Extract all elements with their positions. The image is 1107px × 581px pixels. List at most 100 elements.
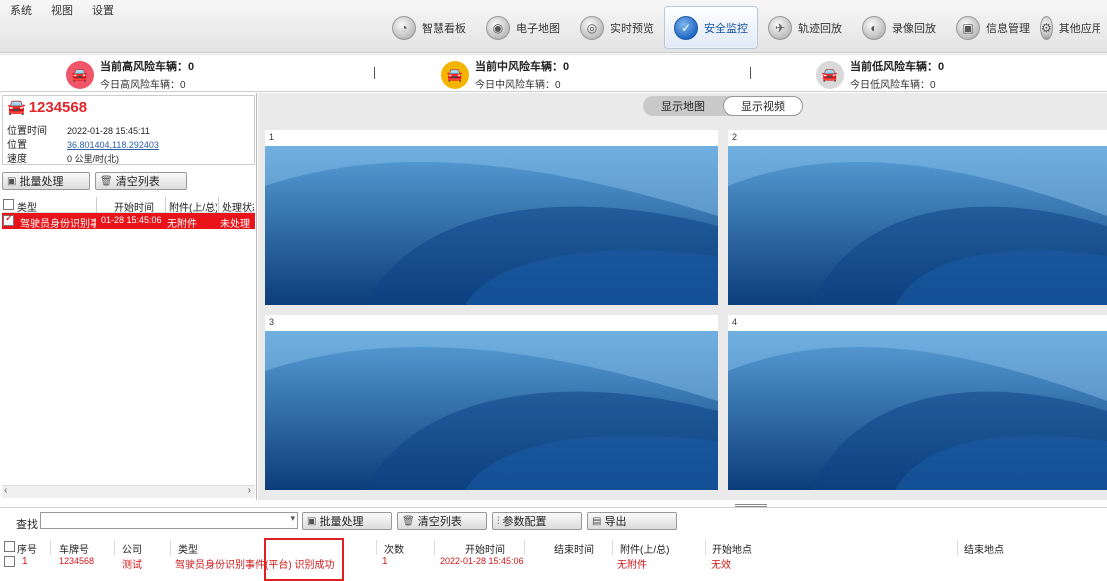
params-config-button[interactable]: ⫶ 参数配置 xyxy=(492,512,582,530)
event-table-header: 序号 车牌号 公司 类型 次数 开始时间 结束时间 附件(上/总) 开始地点 结… xyxy=(0,540,1107,556)
nav-video-playback[interactable]: ◐ 录像回放 xyxy=(852,6,946,49)
cell-number: 1 xyxy=(269,132,275,142)
video-screen xyxy=(265,331,718,490)
table-row[interactable]: 驾驶员身份识别事件 01-28 15:45:06 无附件 未处理 xyxy=(2,213,255,230)
nav-label: 安全监控 xyxy=(704,22,748,35)
row-checkbox[interactable] xyxy=(4,556,15,567)
cell-number: 2 xyxy=(732,132,738,142)
col-attachments: 附件(上/总) xyxy=(620,545,670,556)
row-index: 1 xyxy=(22,556,28,567)
nav-live-preview[interactable]: ◎ 实时预览 xyxy=(570,6,664,49)
nav-map[interactable]: ◉ 电子地图 xyxy=(476,6,570,49)
car-icon: 🚘 xyxy=(7,99,26,116)
scroll-right-icon[interactable]: › xyxy=(248,485,251,496)
col-status: 处理状态 xyxy=(222,203,254,214)
dashboard-icon: ◔ xyxy=(392,15,416,40)
high-risk-label: 当前高风险车辆： xyxy=(100,61,188,73)
nav-label: 智慧看板 xyxy=(422,22,466,35)
row-checkbox[interactable] xyxy=(3,213,14,226)
video-cell[interactable]: 2 xyxy=(728,130,1107,305)
chevron-down-icon[interactable]: ▾ xyxy=(290,513,295,524)
button-label: 批量处理 xyxy=(19,176,64,188)
video-screen xyxy=(265,146,718,305)
mid-risk-count: 0 xyxy=(563,61,570,73)
video-area: 显示地图 显示视频 1 2 3 4 xyxy=(258,93,1107,500)
search-input[interactable]: ▾ xyxy=(40,512,298,529)
col-count: 次数 xyxy=(384,545,404,556)
time-value: 2022-01-28 15:45:11 xyxy=(67,126,150,136)
nav-label: 实时预览 xyxy=(610,22,654,35)
col-index: 序号 xyxy=(17,545,37,556)
clear-list-button[interactable]: 🗑 清空列表 xyxy=(397,512,487,530)
nav-label: 信息管理 xyxy=(986,22,1030,35)
clear-list-button[interactable]: 🗑 清空列表 xyxy=(95,172,187,190)
row-start-time: 2022-01-28 15:45:06 xyxy=(440,556,524,566)
export-button[interactable]: ▤ 导出 xyxy=(587,512,677,530)
shield-icon: ✓ xyxy=(674,15,698,40)
info-manage-icon: ▣ xyxy=(956,15,980,40)
menu-settings[interactable]: 设置 xyxy=(82,0,123,17)
view-toggle: 显示地图 显示视频 xyxy=(643,96,803,116)
car-icon: 🚘 xyxy=(441,60,469,89)
video-cell[interactable]: 4 xyxy=(728,315,1107,490)
horizontal-scrollbar[interactable]: ‹ › xyxy=(2,485,255,498)
position-link[interactable]: 36.801404,118.292403 xyxy=(67,140,159,150)
select-all-checkbox[interactable] xyxy=(3,199,14,210)
trash-icon: 🗑 xyxy=(402,515,415,527)
map-icon: ◉ xyxy=(486,15,510,40)
nav-safety-monitor[interactable]: ✓ 安全监控 xyxy=(664,6,758,49)
alarm-table-header: 类型 开始时间 附件(上/总) 处理状态 xyxy=(2,197,255,214)
col-type: 类型 xyxy=(178,545,198,556)
batch-process-button[interactable]: ▣ 批量处理 xyxy=(302,512,392,530)
nav-label: 录像回放 xyxy=(892,22,936,35)
button-label: 清空列表 xyxy=(417,516,462,528)
row-status: 未处理 xyxy=(220,219,250,230)
alarm-table: 类型 开始时间 附件(上/总) 处理状态 驾驶员身份识别事件 01-28 15:… xyxy=(2,197,255,230)
low-risk-label: 当前低风险车辆： xyxy=(850,61,938,73)
col-attachments: 附件(上/总) xyxy=(169,203,217,214)
video-cell[interactable]: 3 xyxy=(265,315,718,490)
today-low-risk-count: 0 xyxy=(930,80,936,91)
batch-process-button[interactable]: ▣ 批量处理 xyxy=(2,172,90,190)
row-attachments: 无附件 xyxy=(617,560,647,571)
divider xyxy=(374,67,375,79)
other-apps-icon: ⚙ xyxy=(1040,15,1053,40)
track-icon: ✈ xyxy=(768,15,792,40)
main-nav: ◔ 智慧看板 ◉ 电子地图 ◎ 实时预览 ✓ 安全监控 ✈ 轨迹回放 ◐ 录像回放 ▣ 信息管… xyxy=(382,6,1100,49)
menu-system[interactable]: 系统 xyxy=(0,0,41,17)
nav-dashboard[interactable]: ◔ 智慧看板 xyxy=(382,6,476,49)
scroll-left-icon[interactable]: ‹ xyxy=(4,485,7,496)
col-plate: 车牌号 xyxy=(59,545,89,556)
col-start-location: 开始地点 xyxy=(712,545,752,556)
cell-number: 3 xyxy=(269,317,275,327)
video-screen xyxy=(728,331,1107,490)
row-start-location: 无效 xyxy=(711,560,731,571)
nav-track-playback[interactable]: ✈ 轨迹回放 xyxy=(758,6,852,49)
show-map-button[interactable]: 显示地图 xyxy=(643,96,723,116)
button-label: 清空列表 xyxy=(115,176,160,188)
menu-view[interactable]: 视图 xyxy=(41,0,82,17)
today-high-risk-label: 今日高风险车辆： xyxy=(100,80,180,91)
show-video-button[interactable]: 显示视频 xyxy=(723,96,803,116)
table-row[interactable]: 1 1234568 测试 驾驶员身份识别事件(平台) 识别成功 1 2022-0… xyxy=(0,555,1107,571)
row-type: 驾驶员身份识别事件 xyxy=(20,219,96,230)
row-company: 测试 xyxy=(122,560,142,571)
nav-other-apps[interactable]: ⚙ 其他应用 xyxy=(1040,6,1100,49)
video-replay-icon: ◐ xyxy=(862,15,886,40)
car-icon: 🚘 xyxy=(66,60,94,89)
sliders-icon: ⫶ xyxy=(497,515,500,527)
alarm-toolbar: ▣ 批量处理 🗑 清空列表 xyxy=(2,172,255,194)
col-start-time: 开始时间 xyxy=(465,545,505,556)
nav-label: 其他应用 xyxy=(1058,22,1100,35)
button-label: 参数配置 xyxy=(502,516,547,528)
today-mid-risk-label: 今日中风险车辆： xyxy=(475,80,555,91)
annotation-highlight-box xyxy=(264,538,344,581)
video-cell[interactable]: 1 xyxy=(265,130,718,305)
batch-icon: ▣ xyxy=(7,175,17,187)
cell-number: 4 xyxy=(732,317,738,327)
nav-info-manage[interactable]: ▣ 信息管理 xyxy=(946,6,1040,49)
mid-risk-summary: 🚘 当前中风险车辆：0 今日中风险车辆：0 xyxy=(441,58,569,91)
today-mid-risk-count: 0 xyxy=(555,80,561,91)
select-all-checkbox[interactable] xyxy=(4,541,15,552)
mid-risk-label: 当前中风险车辆： xyxy=(475,61,563,73)
